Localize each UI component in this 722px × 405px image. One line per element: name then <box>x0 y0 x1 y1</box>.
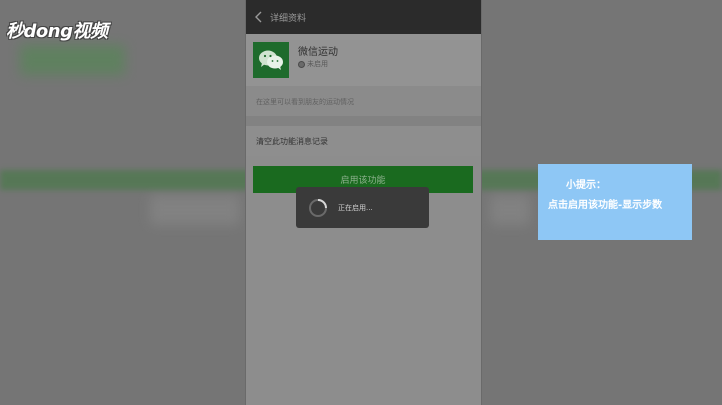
title-bar: 详细资料 <box>246 0 481 34</box>
divider <box>246 116 481 126</box>
logo: 秒dong视频 <box>6 21 108 42</box>
background-blur <box>20 45 125 75</box>
tip-title: 小提示： <box>566 180 606 191</box>
description-text: 在这里可以看到朋友的运动情况 <box>256 98 354 106</box>
status-badge: 未启用 <box>298 59 328 69</box>
background-blur <box>150 195 240 225</box>
description-row[interactable]: 在这里可以看到朋友的运动情况 <box>246 86 481 116</box>
tip-body: 点击启用该功能-显示步数 <box>548 200 663 211</box>
clear-history-label: 清空此功能消息记录 <box>256 137 328 146</box>
wechat-icon <box>253 42 289 78</box>
status-text: 未启用 <box>307 60 328 68</box>
background-blur <box>490 195 530 225</box>
clear-history-row[interactable]: 清空此功能消息记录 <box>246 126 481 156</box>
profile-card: 微信运动 未启用 <box>246 34 481 86</box>
chevron-left-icon[interactable] <box>252 10 266 24</box>
loading-dialog: 正在启用... <box>296 187 429 228</box>
loading-text: 正在启用... <box>338 203 373 212</box>
phone-screen: 详细资料 微信运动 未启用 在这里可以看到朋友的运动情况 清空此功能消息记录 启… <box>245 0 482 405</box>
tip-box: 小提示： 点击启用该功能-显示步数 <box>538 164 692 240</box>
spinner-icon <box>308 198 328 218</box>
disabled-icon <box>298 60 305 68</box>
app-name: 微信运动 <box>298 47 338 58</box>
page-title: 详细资料 <box>270 13 307 24</box>
